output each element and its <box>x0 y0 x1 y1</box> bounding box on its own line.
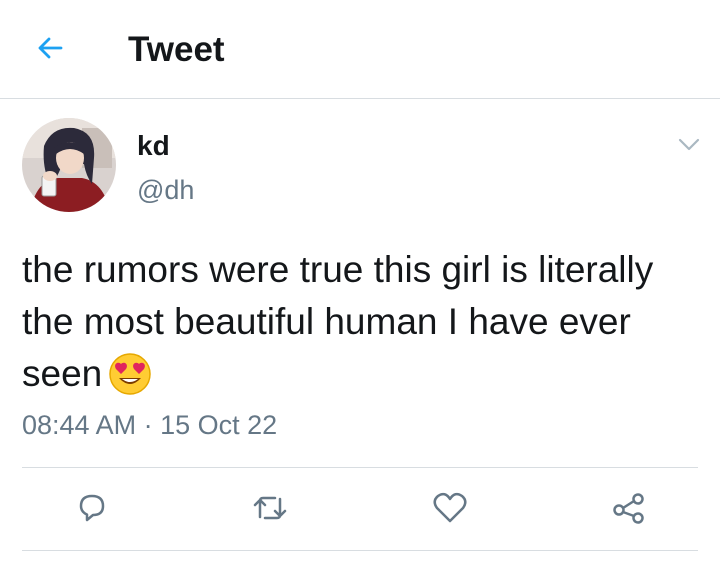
tweet-timestamp: 08:44 AM · 15 Oct 22 <box>22 410 277 441</box>
avatar[interactable] <box>22 118 116 212</box>
tweet-menu-button[interactable] <box>672 132 706 162</box>
reply-icon <box>75 491 109 530</box>
divider <box>22 550 698 551</box>
tweet-text: the rumors were true this girl is litera… <box>22 244 702 410</box>
chevron-down-icon <box>678 138 700 157</box>
reply-button[interactable] <box>68 486 116 534</box>
top-bar: Tweet <box>0 0 720 99</box>
like-button[interactable] <box>426 486 474 534</box>
divider <box>22 467 698 468</box>
tweet-time: 08:44 AM <box>22 410 137 440</box>
like-icon <box>432 491 468 530</box>
back-button[interactable] <box>26 26 74 74</box>
author-display-name[interactable]: kd <box>137 130 170 162</box>
retweet-icon <box>251 491 289 530</box>
tweet-date: 15 Oct 22 <box>160 410 278 440</box>
meta-separator: · <box>143 410 153 440</box>
action-bar <box>0 482 720 538</box>
heart-eyes-emoji <box>108 352 152 410</box>
share-button[interactable] <box>605 486 653 534</box>
page-title: Tweet <box>128 30 225 69</box>
retweet-button[interactable] <box>246 486 294 534</box>
share-icon <box>611 490 647 531</box>
author-handle[interactable]: @dh <box>137 175 194 206</box>
arrow-left-icon <box>35 33 65 68</box>
